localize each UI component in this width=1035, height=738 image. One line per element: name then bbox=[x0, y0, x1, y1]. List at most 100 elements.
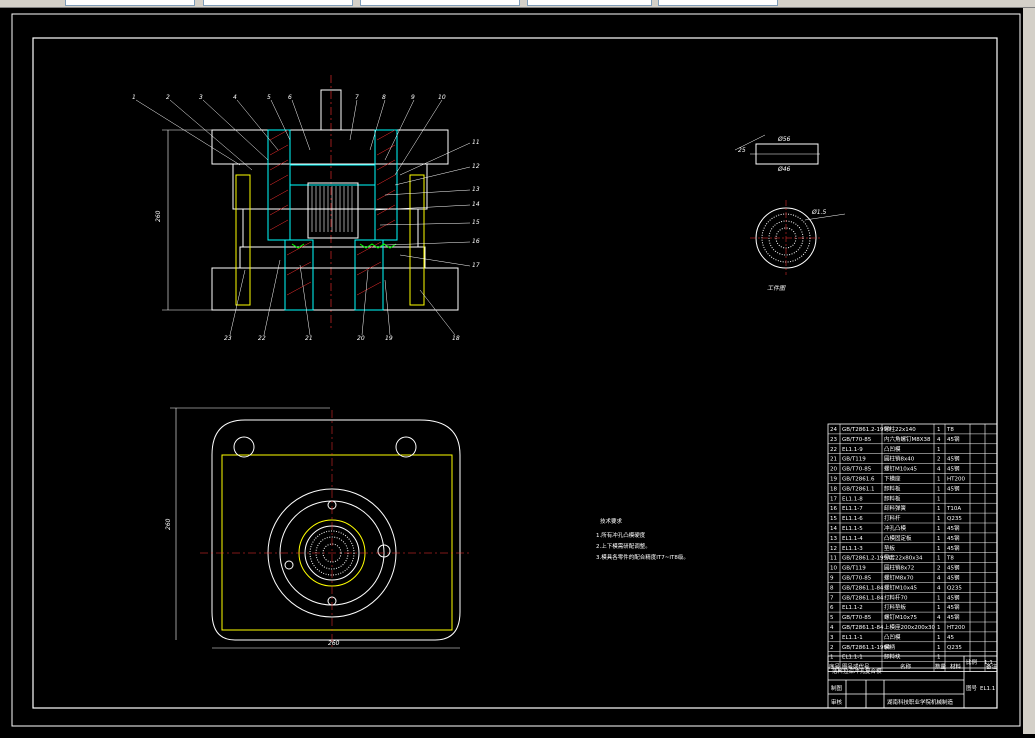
bom-cell-no: 14 bbox=[830, 526, 837, 532]
bom-cell-code: GB/T2861.6 bbox=[842, 477, 875, 483]
bom-cell-material: 45钢 bbox=[947, 544, 960, 552]
bom-cell-qty: 4 bbox=[937, 467, 941, 473]
bom-cell-no: 18 bbox=[830, 486, 837, 492]
dim-height-label: 260 bbox=[155, 210, 162, 222]
toolbar-field-5[interactable] bbox=[658, 0, 778, 6]
bom-cell-material: 45钢 bbox=[947, 613, 960, 621]
part-number: 18 bbox=[452, 335, 460, 342]
bom-cell-no: 19 bbox=[830, 477, 837, 483]
bom-cell-name: 打料杆70 bbox=[884, 593, 908, 601]
bom-cell-material: 45钢 bbox=[947, 593, 960, 601]
scale-value: 1:1 bbox=[984, 660, 993, 666]
part-number: 14 bbox=[472, 201, 480, 208]
part-number: 19 bbox=[385, 335, 393, 342]
bom-cell-code: GB/T2861.1-84 bbox=[842, 585, 884, 591]
bom-cell-no: 16 bbox=[830, 506, 837, 512]
bom-cell-qty: 4 bbox=[937, 437, 941, 443]
bom-cell-material: 45钢 bbox=[947, 534, 960, 542]
bom-cell-name: 凸凹模 bbox=[884, 633, 901, 641]
bom-cell-qty: 2 bbox=[937, 457, 941, 463]
drawing-no-label: 图号 bbox=[966, 684, 978, 692]
dim-plan-width: 260 bbox=[328, 640, 340, 647]
toolbar-field-2[interactable] bbox=[203, 0, 353, 6]
bom-header-name: 名称 bbox=[900, 663, 912, 671]
dim-workpiece-3: 25 bbox=[738, 147, 746, 154]
bom-header-material: 材料 bbox=[950, 663, 962, 671]
bom-cell-material: 45钢 bbox=[947, 455, 960, 463]
bom-cell-code: EL1.1-9 bbox=[842, 447, 863, 453]
bom-cell-name: 圆柱销8x72 bbox=[884, 564, 914, 572]
bom-cell-no: 22 bbox=[830, 447, 837, 453]
bom-cell-qty: 1 bbox=[937, 625, 941, 631]
bom-cell-no: 8 bbox=[830, 585, 834, 591]
vertical-scrollbar[interactable] bbox=[1023, 8, 1035, 734]
part-number: 5 bbox=[267, 94, 271, 101]
part-number: 20 bbox=[357, 335, 365, 342]
part-number: 22 bbox=[258, 335, 266, 342]
bom-cell-no: 7 bbox=[830, 595, 834, 601]
bom-cell-no: 4 bbox=[830, 625, 834, 631]
school-name: 湖南科技职业学院机械制造 bbox=[887, 698, 954, 706]
bom-cell-code: GB/T70-85 bbox=[842, 437, 872, 443]
part-number: 15 bbox=[472, 219, 480, 226]
bom-cell-no: 23 bbox=[830, 437, 837, 443]
bom-cell-material: Q235 bbox=[947, 585, 962, 591]
bom-header-qty: 数量 bbox=[935, 663, 947, 671]
bom-cell-no: 5 bbox=[830, 615, 834, 621]
bom-cell-code: GB/T119 bbox=[842, 457, 866, 463]
bom-cell-qty: 1 bbox=[937, 516, 941, 522]
bom-cell-material: 45钢 bbox=[947, 465, 960, 473]
bom-cell-name: 圆柱销8x40 bbox=[884, 455, 915, 463]
bom-cell-qty: 1 bbox=[937, 635, 941, 641]
notes-line-3: 3.模具各零件的配合精度IT7~IT8级。 bbox=[596, 553, 689, 561]
bom-cell-material: 45钢 bbox=[947, 603, 960, 611]
bom-cell-name: 卸料块 bbox=[884, 653, 901, 661]
bom-cell-code: GB/T2861.1-84 bbox=[842, 625, 884, 631]
drawing-no: EL1.1 bbox=[980, 686, 995, 692]
bom-cell-no: 6 bbox=[830, 605, 834, 611]
toolbar-field-4[interactable] bbox=[527, 0, 652, 6]
part-numbers-top: 1 2 3 4 5 6 7 8 9 10 bbox=[132, 94, 446, 101]
bom-cell-name: 垫板 bbox=[884, 544, 896, 552]
bom-cell-material: 45钢 bbox=[947, 484, 960, 492]
technical-notes: 技术要求 1.所有冲孔凸模硬度 2.上下模需研配调整。 3.模具各零件的配合精度… bbox=[596, 517, 689, 561]
cad-canvas[interactable]: 260 1 2 3 4 5 6 7 8 9 10 11 12 13 14 15 … bbox=[0, 8, 1035, 734]
bom-cell-material: Q235 bbox=[947, 516, 962, 522]
bom-cell-code: EL1.1-1 bbox=[842, 635, 863, 641]
part-number: 13 bbox=[472, 186, 480, 193]
toolbar-field-1[interactable] bbox=[65, 0, 195, 6]
bom-cell-no: 10 bbox=[830, 566, 837, 572]
bom-cell-qty: 2 bbox=[937, 566, 941, 572]
leader-lines bbox=[135, 99, 471, 336]
bom-cell-code: GB/T2861.1-84 bbox=[842, 595, 884, 601]
bom-cell-qty: 4 bbox=[937, 615, 941, 621]
bom-cell-no: 11 bbox=[830, 556, 837, 562]
bom-cell-name: 卸料板 bbox=[884, 494, 901, 502]
bom-cell-qty: 1 bbox=[937, 496, 941, 502]
bom-cell-no: 21 bbox=[830, 457, 837, 463]
toolbar-field-3[interactable] bbox=[360, 0, 520, 6]
bom-cell-name: 螺钉M10x45 bbox=[884, 465, 917, 473]
bom-cell-qty: 1 bbox=[937, 536, 941, 542]
bom-cell-no: 24 bbox=[830, 427, 837, 433]
part-number: 1 bbox=[132, 94, 136, 101]
bom-cell-no: 20 bbox=[830, 467, 837, 473]
bom-cell-qty: 1 bbox=[937, 477, 941, 483]
bom-cell-code: GB/T119 bbox=[842, 566, 866, 572]
bom-cell-code: EL1.1-2 bbox=[842, 605, 863, 611]
bom-cell-material: T8 bbox=[946, 427, 954, 433]
bom-cell-name: 导套22x80x34 bbox=[884, 554, 923, 562]
notes-line-1: 1.所有冲孔凸模硬度 bbox=[596, 531, 646, 539]
dim-plan-left: 260 bbox=[165, 518, 172, 530]
bom-cell-no: 12 bbox=[830, 546, 837, 552]
bom-cell-code: EL1.1-3 bbox=[842, 546, 863, 552]
bom-cell-no: 9 bbox=[830, 576, 834, 582]
bom-cell-code: EL1.1-4 bbox=[842, 536, 863, 542]
dim-workpiece-2: Ø46 bbox=[777, 166, 791, 173]
bom-cell-material: 45钢 bbox=[947, 524, 960, 532]
toolbar bbox=[0, 0, 1035, 8]
bom-cell-material: T8 bbox=[946, 556, 954, 562]
bom-cell-material: Q235 bbox=[947, 645, 962, 651]
bom-cell-name: 模柄 bbox=[884, 643, 896, 651]
bom-cell-name: 上模座200x200x30 bbox=[884, 623, 936, 631]
